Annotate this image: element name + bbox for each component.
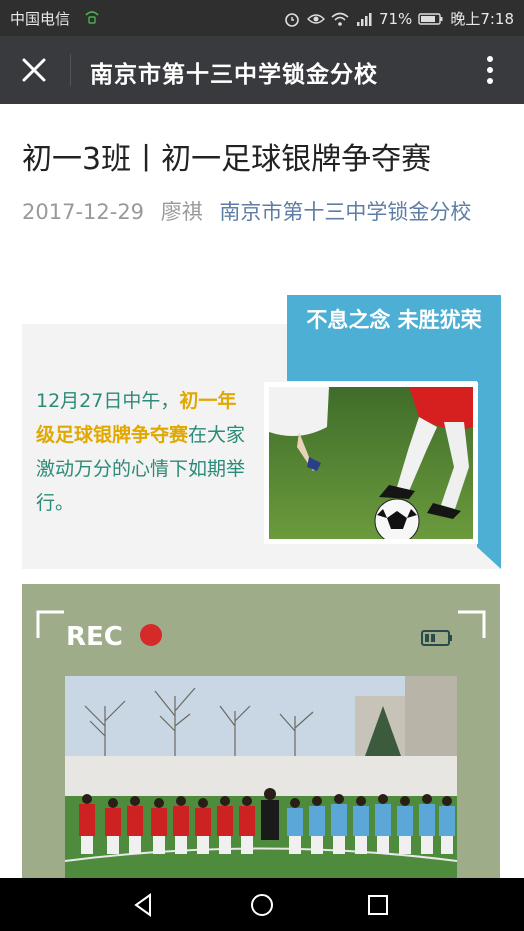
home-icon[interactable] [248, 891, 276, 919]
signal-icon [356, 12, 372, 26]
recording-dot-icon [140, 624, 162, 646]
article-author: 廖祺 [160, 200, 203, 224]
close-icon[interactable] [18, 54, 50, 86]
article-date: 2017-12-29 [22, 200, 145, 224]
slogan-text: 不息之念 未胜犹荣 [306, 308, 482, 332]
viewfinder-corner-top-left [36, 610, 64, 638]
article-meta: 2017-12-29 廖祺 南京市第十三中学锁金分校 [22, 196, 471, 226]
status-bar: 中国电信 71% 晚上7:18 [0, 0, 524, 36]
team-photo[interactable] [65, 676, 457, 884]
intro-paragraph: 12月27日中午，初一年级足球银牌争夺赛在大家激动万分的心情下如期举行。 [36, 384, 248, 520]
rec-card: REC [22, 584, 500, 884]
intro-text-before: 12月27日中午， [36, 390, 180, 412]
account-link[interactable]: 南京市第十三中学锁金分校 [219, 200, 471, 224]
wifi-icon [331, 12, 349, 26]
recents-icon[interactable] [364, 891, 392, 919]
system-nav-bar [0, 878, 524, 931]
soccer-kick-photo[interactable] [269, 387, 473, 539]
wifi-calling-icon [85, 11, 99, 24]
clock: 晚上7:18 [450, 10, 514, 28]
banner-corner [477, 547, 501, 569]
battery-icon [418, 12, 443, 25]
more-options-icon[interactable] [486, 54, 494, 86]
back-icon[interactable] [130, 891, 158, 919]
carrier-name: 中国电信 [10, 10, 71, 28]
status-icons: 71% 晚上7:18 [283, 8, 514, 29]
viewfinder-corner-top-right [458, 610, 486, 638]
camera-battery-icon [421, 630, 452, 646]
eye-icon [306, 13, 325, 24]
alarm-icon [285, 12, 299, 27]
soccer-photo-frame [264, 382, 478, 544]
nav-title: 南京市第十三中学锁金分校 [90, 62, 378, 88]
rec-label: REC [66, 622, 123, 652]
banner-strip [477, 381, 501, 547]
nav-divider [70, 54, 71, 86]
nav-bar: 南京市第十三中学锁金分校 [0, 36, 524, 104]
slogan-banner: 不息之念 未胜犹荣 [287, 295, 501, 381]
battery-percent: 71% [378, 9, 413, 28]
article-title: 初一3班丨初一足球银牌争夺赛 [22, 142, 432, 177]
